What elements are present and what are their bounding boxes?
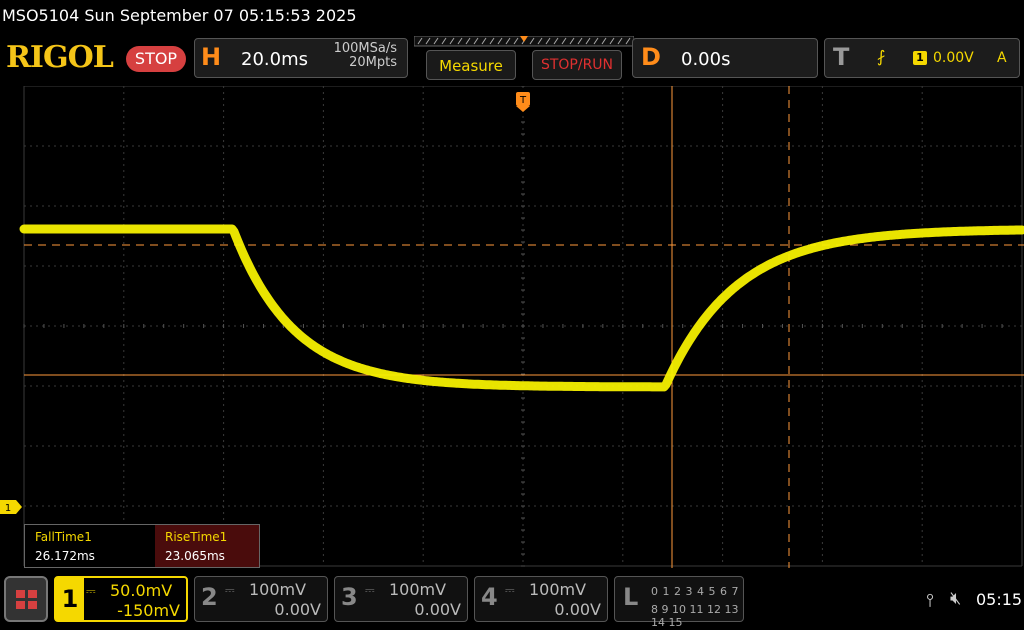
memory-depth: 20Mpts [349,55,397,70]
dc-coupling-icon: ⎓ [365,583,375,597]
trigger-level: 0.00V [933,50,974,66]
channel-scale: 100mV [249,580,307,599]
toolbar: RIGOL STOP H 20.0ms 100MSa/s 20Mpts Meas… [0,34,1024,86]
channel-scale: 50.0mV [110,581,173,600]
measurement-value: 23.065ms [165,549,225,563]
delay-panel[interactable]: D 0.00s [632,38,818,78]
channel-number: 4 [481,583,498,611]
measure-button[interactable]: Measure [426,50,516,80]
trigger-letter: T [833,43,850,71]
dc-coupling-icon: ⎓ [505,583,515,597]
bottom-bar: 1 ⎓ 50.0mV -150mV 2 ⎓ 100mV 0.00V 3 ⎓ 10… [0,572,1024,630]
logic-analyzer-panel[interactable]: L 0 1 2 3 4 5 6 7 8 9 10 11 12 13 14 15 [614,576,744,629]
channel-2-panel[interactable]: 2 ⎓ 100mV 0.00V [194,576,328,622]
svg-text:1: 1 [5,503,11,514]
rigol-logo: RIGOL [6,40,114,75]
channel-number: 3 [341,583,358,611]
trigger-mode: A [997,50,1007,66]
channel-offset: 0.00V [274,600,321,619]
channel-number: 2 [201,583,218,611]
trigger-panel[interactable]: T ⨏ 1 0.00V A [824,38,1020,78]
channel-offset: 0.00V [554,600,601,619]
channel-4-panel[interactable]: 4 ⎓ 100mV 0.00V [474,576,608,622]
channel-offset: -150mV [117,601,180,620]
trigger-source: 1 [913,51,927,65]
measurement-name: FallTime1 [35,530,92,544]
channel-offset: 0.00V [414,600,461,619]
channel-scale: 100mV [389,580,447,599]
dc-coupling-icon: ⎓ [225,583,235,597]
logic-channels-row-1: 0 1 2 3 4 5 6 7 [651,585,739,598]
dc-coupling-icon: ⎓ [86,584,96,598]
logic-channels-row-2: 8 9 10 11 12 13 14 15 [651,603,739,629]
svg-text:T: T [519,95,527,106]
clock: 05:15 [976,590,1023,609]
sample-rate: 100MSa/s [333,41,397,56]
run-state-badge[interactable]: STOP [126,46,186,72]
usb-icon: ⫯ [926,590,934,611]
waveform-display[interactable]: T 1 [0,86,1024,568]
measurement-fall-time[interactable]: FallTime1 26.172ms [25,525,155,567]
stop-run-label: STOP/RUN [540,57,614,73]
measurement-name: RiseTime1 [165,530,228,544]
sample-rate-info: 100MSa/s 20Mpts [334,42,397,70]
channel-1-panel[interactable]: 1 ⎓ 50.0mV -150mV [54,576,188,622]
menu-grid-icon [16,590,37,609]
timebase-value: 20.0ms [241,49,308,70]
horizontal-letter: H [201,43,222,71]
channel-number: 1 [56,578,84,620]
measure-label: Measure [439,57,503,75]
time-ruler [414,36,634,47]
rising-edge-icon: ⨏ [877,47,886,66]
measurement-results[interactable]: FallTime1 26.172ms RiseTime1 23.065ms [24,524,260,568]
measurement-rise-time[interactable]: RiseTime1 23.065ms [155,525,259,567]
channel-3-panel[interactable]: 3 ⎓ 100mV 0.00V [334,576,468,622]
stop-run-button[interactable]: STOP/RUN [532,50,622,80]
title-bar: MSO5104 Sun September 07 05:15:53 2025 [0,0,1024,34]
measurement-value: 26.172ms [35,549,95,563]
delay-value: 0.00s [681,49,731,70]
title-text: MSO5104 Sun September 07 05:15:53 2025 [2,6,357,25]
horizontal-panel[interactable]: H 20.0ms 100MSa/s 20Mpts [194,38,408,78]
main-menu-button[interactable] [4,576,48,622]
delay-letter: D [641,43,661,71]
speaker-muted-icon[interactable]: 🔇︎ [950,588,961,609]
channel-scale: 100mV [529,580,587,599]
logic-letter: L [623,583,639,611]
